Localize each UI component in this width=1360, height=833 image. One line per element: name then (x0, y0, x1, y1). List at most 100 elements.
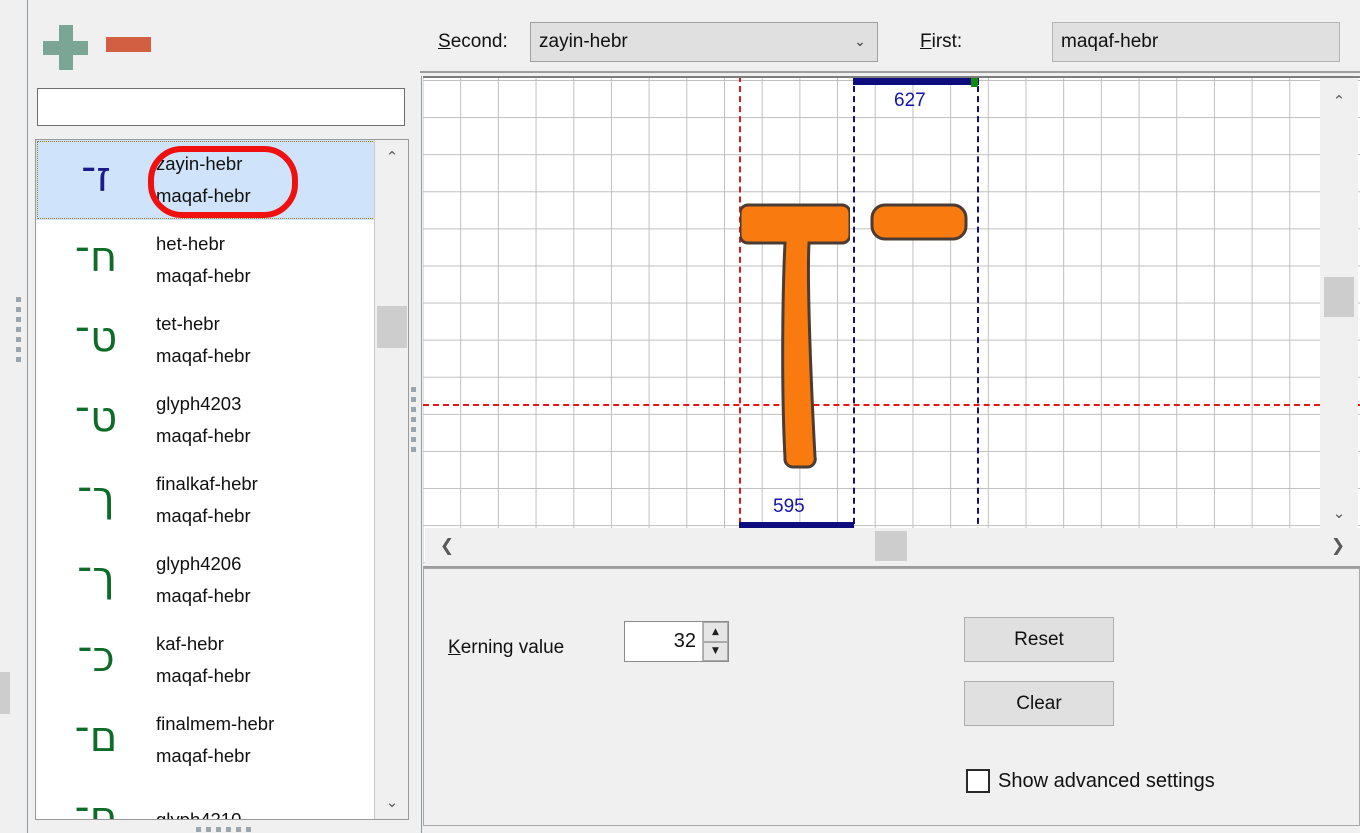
glyph-preview-canvas[interactable]: 627 595 (423, 76, 1360, 564)
splitter-dot (410, 426, 416, 432)
bottom-splitter[interactable] (190, 824, 256, 833)
pair-first-glyph-name: finalkaf-hebr (156, 473, 258, 495)
outer-vertical-scroll-thumb[interactable] (0, 672, 10, 714)
splitter-dot (410, 436, 416, 442)
stepper-down-button[interactable]: ▼ (703, 641, 728, 661)
splitter-dot (410, 446, 416, 452)
pair-first-glyph-name: zayin-hebr (156, 153, 243, 175)
list-item[interactable]: ט־ tet-hebr maqaf-hebr (36, 300, 376, 380)
center-splitter[interactable] (405, 386, 421, 452)
splitter-dot (15, 326, 21, 332)
pair-second-glyph-name: maqaf-hebr (156, 185, 251, 206)
pair-labels: glyph4210 (156, 804, 242, 820)
show-advanced-settings-row[interactable]: Show advanced settings (966, 769, 1215, 793)
kerning-value-stepper[interactable]: 32 ▲ ▼ (624, 621, 729, 662)
pair-first-glyph-name: glyph4210 (156, 809, 242, 820)
chevron-up-icon[interactable]: ⌃ (1320, 84, 1358, 118)
glyph-zayin-shape (740, 203, 850, 469)
pair-second-glyph-name: maqaf-hebr (156, 505, 251, 526)
list-item[interactable]: ם־ finalmem-hebr maqaf-hebr (36, 700, 376, 780)
pair-glyph-preview: כ־ (77, 632, 115, 681)
list-item[interactable]: כ־ kaf-hebr maqaf-hebr (36, 620, 376, 700)
list-item[interactable]: ך־ finalkaf-hebr maqaf-hebr (36, 460, 376, 540)
second-label: Second: (438, 31, 508, 53)
reset-button[interactable]: Reset (964, 617, 1114, 662)
search-input[interactable] (37, 88, 405, 126)
list-item[interactable]: ז־ zayin-hebr maqaf-hebr (36, 140, 376, 220)
splitter-dot (15, 296, 21, 302)
kerning-settings-pane: Kerning value 32 ▲ ▼ Reset Clear Show ad… (423, 568, 1360, 826)
first-label-accel: F (920, 31, 932, 52)
kerning-pair-list-body: ז־ zayin-hebr maqaf-hebr ח־ het-hebr maqaf-he… (36, 140, 376, 819)
list-item[interactable]: ט־ glyph4203 maqaf-hebr (36, 380, 376, 460)
left-panel-splitter[interactable] (10, 296, 26, 362)
kerning-value-label: Kerning value (448, 637, 564, 659)
chevron-left-icon[interactable]: ❮ (429, 528, 465, 564)
kerning-editor-window: ז־ zayin-hebr maqaf-hebr ח־ het-hebr maqaf-he… (0, 0, 1360, 833)
center-splitter-line (421, 76, 422, 833)
pair-labels: finalmem-hebr maqaf-hebr (156, 708, 274, 772)
add-pair-button[interactable] (43, 25, 88, 70)
pair-glyph-preview: ם־ (74, 792, 118, 820)
splitter-dot (245, 826, 251, 832)
stepper-up-button[interactable]: ▲ (703, 622, 728, 642)
clear-button[interactable]: Clear (964, 681, 1114, 726)
pair-first-glyph-name: glyph4203 (156, 393, 242, 415)
splitter-dot (15, 316, 21, 322)
chevron-down-icon[interactable]: ⌄ (1320, 496, 1358, 530)
scrollbar-thumb[interactable] (377, 306, 407, 348)
splitter-dot (15, 306, 21, 312)
advance-guide-navy-1 (853, 76, 855, 564)
list-item[interactable]: ח־ het-hebr maqaf-hebr (36, 220, 376, 300)
show-advanced-settings-checkbox[interactable] (966, 769, 990, 793)
pair-glyph-preview: ח־ (74, 232, 118, 281)
plus-icon-bar (43, 41, 88, 55)
remove-pair-button[interactable] (106, 37, 151, 52)
splitter-dot (410, 406, 416, 412)
kerning-pair-list[interactable]: ז־ zayin-hebr maqaf-hebr ח־ het-hebr maqaf-he… (35, 139, 409, 820)
pair-second-glyph-name: maqaf-hebr (156, 745, 251, 766)
pair-glyph-preview: ם־ (74, 712, 118, 761)
scrollbar-thumb[interactable] (1324, 277, 1354, 317)
list-toolbar (0, 0, 420, 82)
first-glyph-field[interactable]: maqaf-hebr (1052, 22, 1340, 62)
first-label: First: (920, 31, 962, 53)
pair-second-glyph-name: maqaf-hebr (156, 345, 251, 366)
kerning-value-input[interactable]: 32 (625, 622, 702, 661)
pair-labels: zayin-hebr maqaf-hebr (156, 148, 251, 212)
splitter-dot (15, 336, 21, 342)
splitter-dot (235, 826, 241, 832)
pair-glyph-preview: ך־ (77, 552, 115, 601)
canvas-horizontal-scrollbar[interactable]: ❮ ❯ (425, 528, 1360, 564)
canvas-grid (423, 76, 1360, 564)
pair-list-scrollbar[interactable]: ⌃ ⌄ (374, 140, 408, 819)
chevron-up-icon[interactable]: ⌃ (375, 140, 408, 174)
pair-second-glyph-name: maqaf-hebr (156, 265, 251, 286)
pair-first-glyph-name: tet-hebr (156, 313, 220, 335)
canvas-vertical-scrollbar[interactable]: ⌃ ⌄ (1320, 78, 1358, 536)
pair-second-glyph-name: maqaf-hebr (156, 665, 251, 686)
pair-labels: kaf-hebr maqaf-hebr (156, 628, 251, 692)
second-glyph-combobox[interactable]: zayin-hebr ⌄ (530, 22, 878, 62)
splitter-dot (215, 826, 221, 832)
pair-labels: finalkaf-hebr maqaf-hebr (156, 468, 258, 532)
splitter-dot (195, 826, 201, 832)
kerning-label-rest: erning value (460, 637, 565, 658)
pair-glyph-preview: ט־ (74, 392, 118, 441)
baseline-guide-red (423, 404, 1360, 406)
pair-labels: tet-hebr maqaf-hebr (156, 308, 251, 372)
list-item[interactable]: ם־ glyph4210 (36, 780, 376, 820)
splitter-dot (15, 346, 21, 352)
chevron-down-icon[interactable]: ⌄ (375, 785, 408, 819)
scrollbar-thumb[interactable] (875, 531, 907, 561)
canvas-top-border (423, 76, 1360, 78)
pair-labels: glyph4206 maqaf-hebr (156, 548, 251, 612)
stepper-buttons: ▲ ▼ (702, 622, 728, 661)
list-item[interactable]: ך־ glyph4206 maqaf-hebr (36, 540, 376, 620)
chevron-right-icon[interactable]: ❯ (1320, 528, 1356, 564)
pair-first-glyph-name: het-hebr (156, 233, 225, 255)
second-glyph-value: zayin-hebr (539, 31, 628, 52)
pair-glyph-preview: ך־ (77, 472, 115, 521)
pair-labels: het-hebr maqaf-hebr (156, 228, 251, 292)
chevron-down-icon[interactable]: ⌄ (843, 34, 877, 50)
